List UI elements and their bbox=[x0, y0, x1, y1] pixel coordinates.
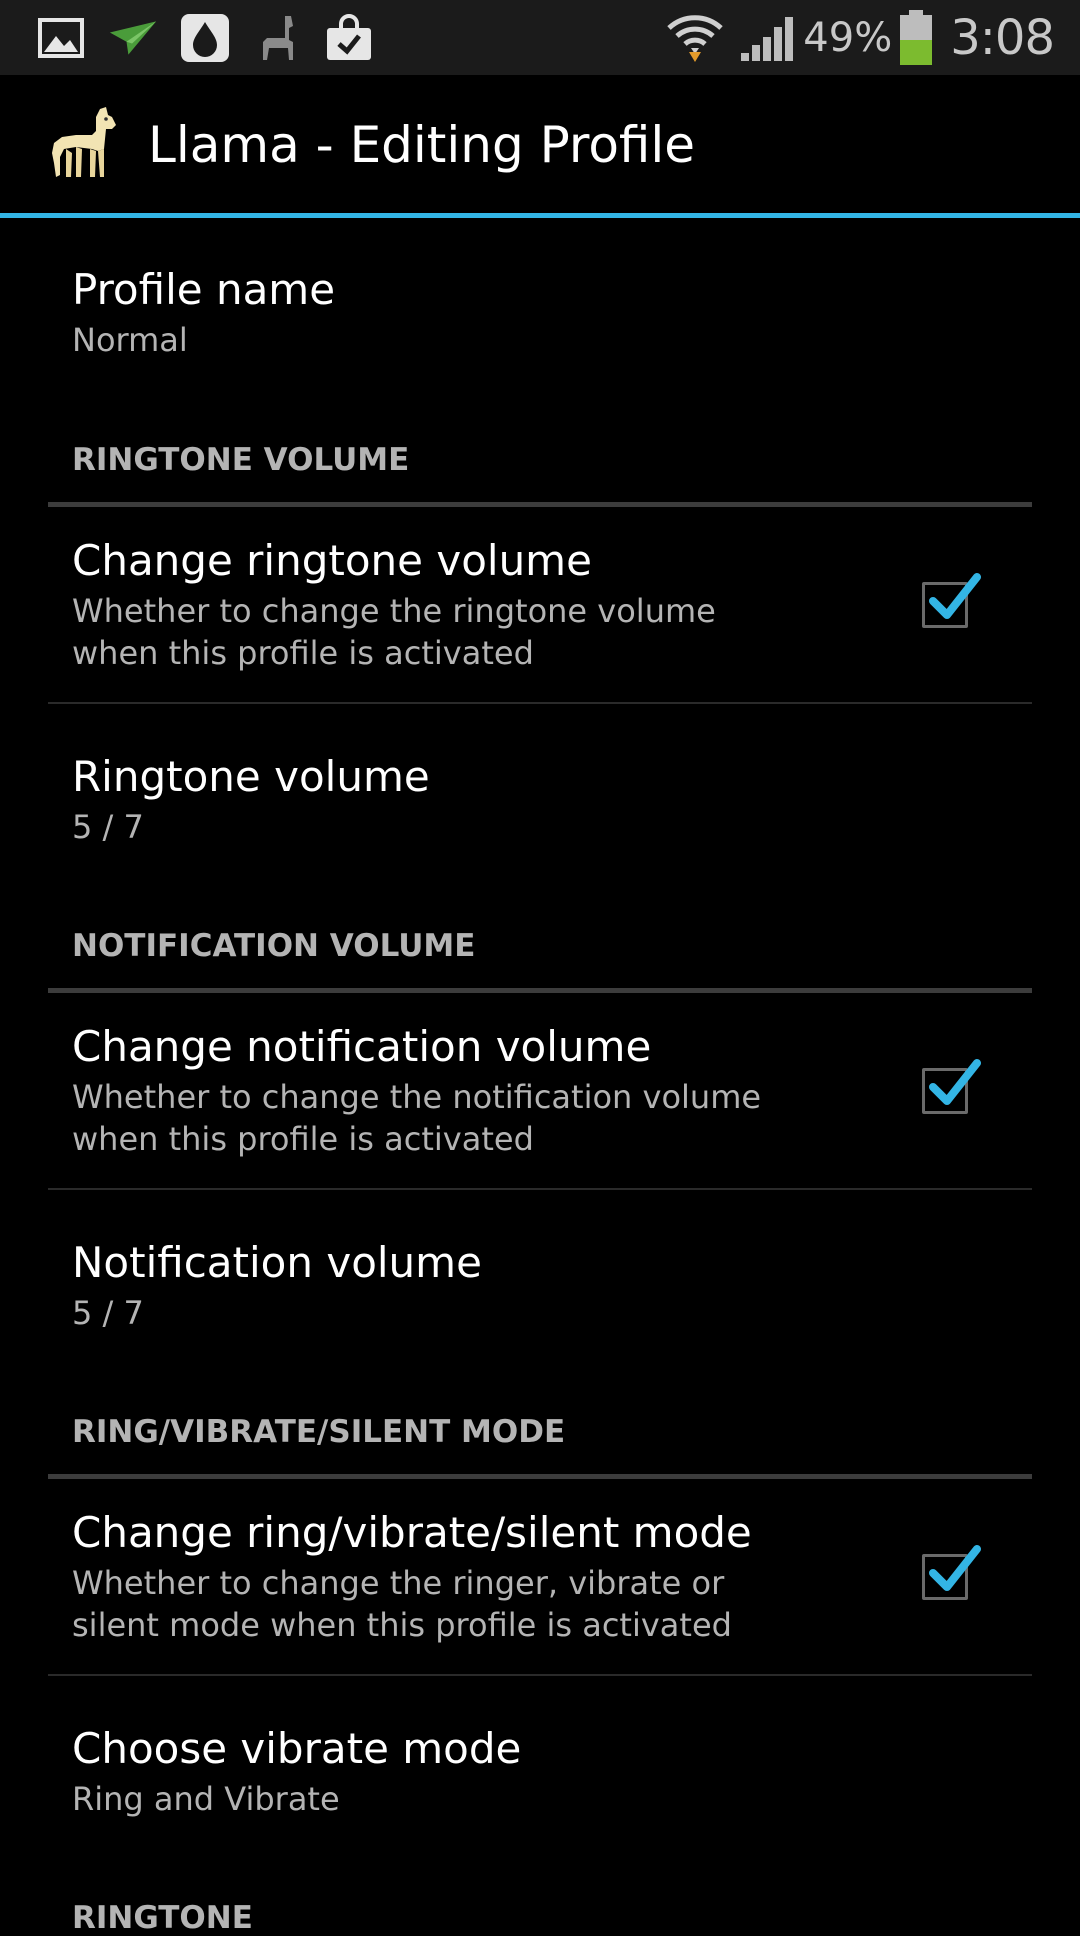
category-ringtone: RINGTONE bbox=[72, 1900, 253, 1936]
category-notification-volume: NOTIFICATION VOLUME bbox=[72, 928, 476, 964]
ringtone-volume-title: Ringtone volume bbox=[72, 752, 430, 801]
action-bar-divider bbox=[0, 213, 1080, 218]
action-bar: Llama - Editing Profile bbox=[0, 75, 1080, 215]
ringtone-volume-item[interactable]: Ringtone volume 5 / 7 bbox=[0, 752, 1080, 848]
checkmark-icon bbox=[929, 1545, 981, 1591]
signal-icon bbox=[737, 13, 797, 63]
clock: 3:08 bbox=[950, 9, 1055, 66]
airplane-message-icon bbox=[108, 13, 158, 63]
choose-vibrate-mode-item[interactable]: Choose vibrate mode Ring and Vibrate bbox=[0, 1724, 1080, 1820]
checkmark-icon bbox=[929, 1059, 981, 1105]
profile-name-value: Normal bbox=[72, 321, 188, 359]
ringtone-volume-value: 5 / 7 bbox=[72, 808, 144, 846]
change-notification-volume-item[interactable]: Change notification volume Whether to ch… bbox=[0, 1022, 1080, 1160]
wifi-icon bbox=[667, 13, 724, 63]
choose-vibrate-mode-title: Choose vibrate mode bbox=[72, 1724, 522, 1773]
change-ring-mode-item[interactable]: Change ring/vibrate/silent mode Whether … bbox=[0, 1508, 1080, 1646]
profile-name-title: Profile name bbox=[72, 265, 336, 314]
category-divider bbox=[48, 502, 1032, 507]
notification-icons bbox=[0, 13, 374, 63]
gallery-icon bbox=[36, 13, 86, 63]
category-divider bbox=[48, 1474, 1032, 1479]
change-ring-mode-checkbox[interactable] bbox=[922, 1545, 981, 1600]
notification-volume-title: Notification volume bbox=[72, 1238, 482, 1287]
change-notification-volume-checkbox[interactable] bbox=[922, 1059, 981, 1114]
change-notification-volume-title: Change notification volume bbox=[72, 1022, 652, 1071]
category-ringtone-volume: RINGTONE VOLUME bbox=[72, 442, 410, 478]
category-divider bbox=[48, 988, 1032, 993]
list-divider bbox=[48, 1674, 1032, 1676]
battery-percent: 49% bbox=[803, 14, 893, 61]
change-ringtone-volume-title: Change ringtone volume bbox=[72, 536, 592, 585]
change-ringtone-volume-checkbox[interactable] bbox=[922, 573, 981, 628]
profile-name-item[interactable]: Profile name Normal bbox=[0, 265, 1080, 361]
status-bar: 49% 3:08 bbox=[0, 0, 1080, 75]
checkmark-icon bbox=[929, 573, 981, 619]
system-status: 49% 3:08 bbox=[667, 0, 1080, 75]
choose-vibrate-mode-value: Ring and Vibrate bbox=[72, 1780, 340, 1818]
llama-app-icon[interactable] bbox=[46, 105, 126, 185]
page-title: Llama - Editing Profile bbox=[148, 116, 696, 174]
water-drop-app-icon bbox=[180, 13, 230, 63]
notification-volume-value: 5 / 7 bbox=[72, 1294, 144, 1332]
list-divider bbox=[48, 702, 1032, 704]
change-notification-volume-summary: Whether to change the notification volum… bbox=[72, 1078, 762, 1158]
shopping-bag-icon bbox=[324, 13, 374, 63]
battery-icon bbox=[898, 9, 934, 65]
change-ring-mode-summary: Whether to change the ringer, vibrate or… bbox=[72, 1564, 732, 1644]
change-ringtone-volume-item[interactable]: Change ringtone volume Whether to change… bbox=[0, 536, 1080, 674]
change-ringtone-volume-summary: Whether to change the ringtone volume wh… bbox=[72, 592, 716, 672]
list-divider bbox=[48, 1188, 1032, 1190]
category-ring-vibrate-silent-mode: RING/VIBRATE/SILENT MODE bbox=[72, 1414, 566, 1450]
llama-icon bbox=[252, 13, 302, 63]
notification-volume-item[interactable]: Notification volume 5 / 7 bbox=[0, 1238, 1080, 1334]
change-ring-mode-title: Change ring/vibrate/silent mode bbox=[72, 1508, 752, 1557]
